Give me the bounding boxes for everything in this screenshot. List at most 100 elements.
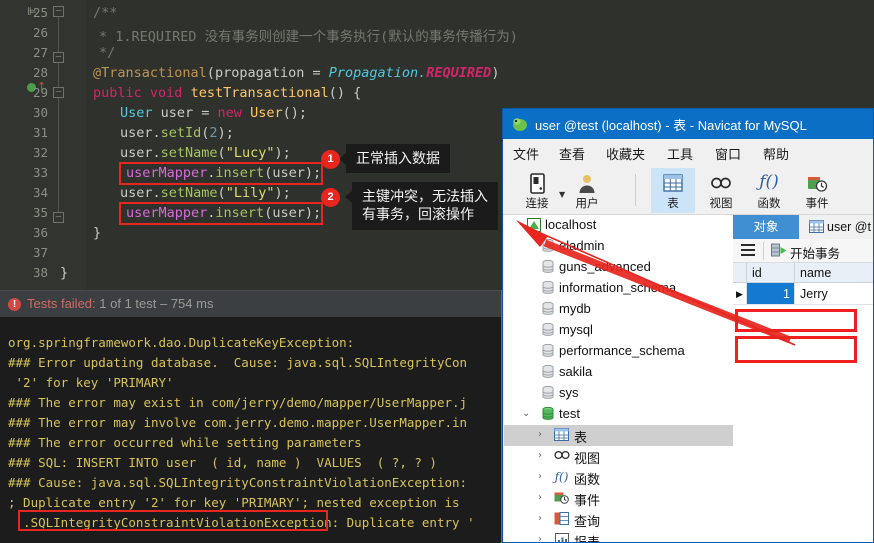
menu-help[interactable]: 帮助 (763, 144, 789, 163)
console-line: ### Cause: java.sql.SQLIntegrityConstrai… (8, 475, 468, 490)
code-line-26: * 1.REQUIRED 没有事务则创建一个事务执行(默认的事务传播行为) (99, 29, 518, 45)
table-icon (554, 428, 569, 443)
grid-cell-id[interactable]: 1 (747, 283, 795, 305)
grid-toolbar-divider (763, 242, 764, 260)
row-selector-icon[interactable]: ▶ (733, 283, 747, 305)
grid-header-id[interactable]: id (747, 263, 795, 283)
tree-label: 视图 (574, 451, 601, 466)
begin-transaction-icon[interactable] (771, 243, 787, 263)
callout-text-line1: 主键冲突，无法插入 (362, 188, 488, 204)
tree-node-queries[interactable]: › 查询 (504, 509, 733, 530)
chevron-right-icon[interactable]: › (538, 513, 542, 524)
grid-highlight-box-2 (735, 336, 857, 363)
view-icon (554, 449, 570, 464)
tree-node-performance-schema[interactable]: performance_schema (504, 341, 733, 362)
tree-node-reports[interactable]: › 报表 (504, 530, 733, 543)
toolbar-divider (635, 174, 636, 206)
navicat-menubar[interactable]: 文件 查看 收藏夹 工具 窗口 帮助 (503, 139, 873, 166)
menu-window[interactable]: 窗口 (715, 144, 741, 163)
tree-label: 报表 (574, 535, 601, 543)
menu-tools[interactable]: 工具 (667, 144, 693, 163)
navicat-titlebar[interactable]: user @test (localhost) - 表 - Navicat for… (503, 109, 873, 139)
test-status-bar: ! Tests failed: 1 of 1 test – 754 ms (0, 290, 502, 317)
begin-transaction-label[interactable]: 开始事务 (790, 243, 840, 262)
console-output[interactable]: org.springframework.dao.DuplicateKeyExce… (0, 317, 502, 543)
line-number: 25 (32, 5, 48, 20)
line-number: 33 (32, 165, 48, 180)
toolbar-table-button[interactable]: 表 (651, 168, 695, 213)
data-grid[interactable]: id name ▶ 1 Jerry (733, 263, 873, 542)
test-status-prefix: Tests failed: (27, 296, 96, 311)
tree-node-views[interactable]: › 视图 (504, 446, 733, 467)
tree-node-functions[interactable]: › ƒ() 函数 (504, 467, 733, 488)
toolbar-user-button[interactable]: 用户 (565, 168, 609, 213)
tree-node-sakila[interactable]: sakila (504, 362, 733, 383)
menu-view[interactable]: 查看 (559, 144, 585, 163)
toolbar-event-button[interactable]: 事件 (795, 168, 839, 213)
tab-objects[interactable]: 对象 (733, 215, 799, 239)
console-line: .SQLIntegrityConstraintViolationExceptio… (8, 515, 475, 530)
code-line-32: user.setName("Lucy"); (120, 145, 291, 161)
console-line: org.springframework.dao.DuplicateKeyExce… (8, 335, 355, 350)
line-number: 32 (32, 145, 48, 160)
navicat-object-tree[interactable]: localhost eladmin guns_advanced informat… (504, 215, 733, 543)
chevron-right-icon[interactable]: › (538, 492, 542, 503)
tree-node-mydb[interactable]: mydb (504, 299, 733, 320)
navicat-window[interactable]: user @test (localhost) - 表 - Navicat for… (502, 108, 874, 543)
navicat-toolbar[interactable]: 连接 ▼ 用户 表 视图 ƒ() 函数 事件 (503, 166, 873, 215)
tree-label: performance_schema (559, 343, 685, 358)
tree-node-mysql[interactable]: mysql (504, 320, 733, 341)
chevron-right-icon[interactable]: › (538, 534, 542, 542)
tree-label: mysql (559, 322, 593, 337)
code-line-28: @Transactional(propagation = Propagation… (93, 65, 500, 81)
tree-label: 函数 (574, 472, 601, 487)
toolbar-view-button[interactable]: 视图 (699, 168, 743, 213)
fold-guide-3 (58, 98, 59, 214)
grid-header-name[interactable]: name (795, 263, 873, 283)
function-icon: ƒ() (554, 470, 569, 484)
chevron-right-icon[interactable]: › (538, 450, 542, 461)
fold-marker-line25[interactable]: – (53, 6, 64, 17)
console-line: ### Error updating database. Cause: java… (8, 355, 468, 370)
code-line-35: userMapper.insert(user); (126, 205, 322, 221)
navicat-title-text: user @test (localhost) - 表 - Navicat for… (535, 118, 807, 133)
tree-node-localhost[interactable]: localhost (504, 215, 733, 236)
tree-label: mydb (559, 301, 591, 316)
tree-node-information-schema[interactable]: information_schema (504, 278, 733, 299)
chevron-right-icon[interactable]: › (538, 429, 542, 440)
chevron-down-icon[interactable]: ⌄ (522, 408, 530, 419)
menu-file[interactable]: 文件 (513, 144, 539, 163)
table-row[interactable]: ▶ 1 Jerry (733, 283, 873, 305)
tree-node-test[interactable]: ⌄ test (504, 404, 733, 425)
database-icon (540, 322, 555, 338)
line-number: 29 (32, 85, 48, 100)
hamburger-icon[interactable] (741, 244, 755, 257)
fold-marker-line29[interactable]: – (53, 87, 64, 98)
tree-node-tables[interactable]: › 表 (504, 425, 733, 446)
grid-toolbar[interactable]: 开始事务 (733, 239, 873, 263)
tree-node-eladmin[interactable]: eladmin (504, 236, 733, 257)
fold-marker-line36[interactable]: – (53, 212, 64, 223)
tree-label: sys (559, 385, 579, 400)
navicat-tabstrip[interactable]: 对象 user @t (733, 215, 873, 239)
console-line: '2' for key 'PRIMARY' (8, 375, 174, 390)
database-icon (540, 280, 555, 296)
console-line: ### The error may exist in com/jerry/dem… (8, 395, 468, 410)
tree-label: 表 (574, 430, 588, 445)
fold-marker-line27[interactable]: – (53, 52, 64, 63)
grid-cell-name[interactable]: Jerry (795, 283, 873, 305)
event-icon (554, 491, 569, 506)
toolbar-function-button[interactable]: ƒ() 函数 (747, 168, 791, 213)
toolbar-table-label: 表 (667, 198, 679, 210)
line-number: 38 (32, 265, 48, 280)
chevron-right-icon[interactable]: › (538, 471, 542, 482)
menu-favorites[interactable]: 收藏夹 (606, 144, 645, 163)
code-line-29: public void testTransactional() { (93, 85, 362, 101)
fold-guide-1 (58, 17, 59, 53)
tree-node-events[interactable]: › 事件 (504, 488, 733, 509)
test-status-detail: 1 of 1 test – 754 ms (95, 296, 214, 311)
toolbar-connection-button[interactable]: 连接 (515, 168, 559, 213)
tree-node-sys[interactable]: sys (504, 383, 733, 404)
line-number: 34 (32, 185, 48, 200)
tree-node-guns-advanced[interactable]: guns_advanced (504, 257, 733, 278)
